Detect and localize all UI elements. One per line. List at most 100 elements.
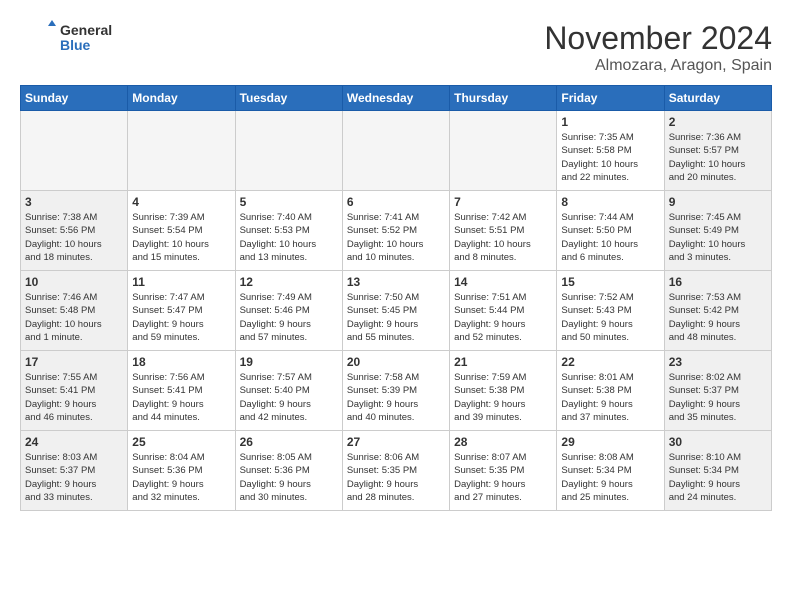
weekday-header-wednesday: Wednesday (342, 86, 449, 111)
weekday-header-saturday: Saturday (664, 86, 771, 111)
day-info: Sunrise: 7:44 AMSunset: 5:50 PMDaylight:… (561, 211, 659, 264)
calendar-cell: 8 Sunrise: 7:44 AMSunset: 5:50 PMDaylight… (557, 191, 664, 271)
calendar-cell: 21Sunrise: 7:59 AMSunset: 5:38 PMDayligh… (450, 351, 557, 431)
calendar-cell: 24 Sunrise: 8:03 AMSunset: 5:37 PMDayligh… (21, 431, 128, 511)
calendar-cell: 7 Sunrise: 7:42 AMSunset: 5:51 PMDaylight… (450, 191, 557, 271)
day-number: 7 (454, 195, 552, 209)
day-number: 4 (132, 195, 230, 209)
day-number: 6 (347, 195, 445, 209)
title-section: November 2024 Almozara, Aragon, Spain (544, 20, 772, 75)
day-info: Sunrise: 8:01 AMSunset: 5:38 PMDaylight:… (561, 371, 659, 424)
calendar-cell: 15 Sunrise: 7:52 AMSunset: 5:43 PMDayligh… (557, 271, 664, 351)
day-number: 5 (240, 195, 338, 209)
day-number: 11 (132, 275, 230, 289)
day-info: Sunrise: 7:47 AMSunset: 5:47 PMDaylight:… (132, 291, 230, 344)
day-info: Sunrise: 7:41 AMSunset: 5:52 PMDaylight:… (347, 211, 445, 264)
calendar-cell: 11 Sunrise: 7:47 AMSunset: 5:47 PMDayligh… (128, 271, 235, 351)
day-number: 19 (240, 355, 338, 369)
day-info: Sunrise: 7:57 AMSunset: 5:40 PMDaylight:… (240, 371, 338, 424)
logo-blue-text: Blue (60, 38, 112, 53)
calendar-cell: 10 Sunrise: 7:46 AMSunset: 5:48 PMDayligh… (21, 271, 128, 351)
day-number: 15 (561, 275, 659, 289)
calendar-cell: 28Sunrise: 8:07 AMSunset: 5:35 PMDayligh… (450, 431, 557, 511)
day-info: Sunrise: 7:40 AMSunset: 5:53 PMDaylight:… (240, 211, 338, 264)
day-number: 18 (132, 355, 230, 369)
day-info: Sunrise: 7:46 AMSunset: 5:48 PMDaylight:… (25, 291, 123, 344)
day-info: Sunrise: 7:58 AMSunset: 5:39 PMDaylight:… (347, 371, 445, 424)
month-title: November 2024 (544, 20, 772, 57)
day-number: 22 (561, 355, 659, 369)
weekday-header-monday: Monday (128, 86, 235, 111)
calendar-cell: 6 Sunrise: 7:41 AMSunset: 5:52 PMDaylight… (342, 191, 449, 271)
day-number: 8 (561, 195, 659, 209)
day-info: Sunrise: 8:02 AMSunset: 5:37 PMDaylight:… (669, 371, 767, 424)
calendar-cell (450, 111, 557, 191)
calendar-cell: 22 Sunrise: 8:01 AMSunset: 5:38 PMDayligh… (557, 351, 664, 431)
day-number: 27 (347, 435, 445, 449)
day-number: 3 (25, 195, 123, 209)
calendar-cell: 3Sunrise: 7:38 AMSunset: 5:56 PMDaylight… (21, 191, 128, 271)
calendar-cell: 19 Sunrise: 7:57 AMSunset: 5:40 PMDayligh… (235, 351, 342, 431)
calendar-table: SundayMondayTuesdayWednesdayThursdayFrid… (20, 85, 772, 511)
calendar-cell (235, 111, 342, 191)
weekday-header-thursday: Thursday (450, 86, 557, 111)
day-info: Sunrise: 8:04 AMSunset: 5:36 PMDaylight:… (132, 451, 230, 504)
calendar-cell: 4 Sunrise: 7:39 AMSunset: 5:54 PMDaylight… (128, 191, 235, 271)
calendar-cell: 17Sunrise: 7:55 AMSunset: 5:41 PMDayligh… (21, 351, 128, 431)
day-info: Sunrise: 7:49 AMSunset: 5:46 PMDaylight:… (240, 291, 338, 344)
day-info: Sunrise: 7:39 AMSunset: 5:54 PMDaylight:… (132, 211, 230, 264)
calendar-cell: 27 Sunrise: 8:06 AMSunset: 5:35 PMDayligh… (342, 431, 449, 511)
day-number: 29 (561, 435, 659, 449)
day-info: Sunrise: 8:06 AMSunset: 5:35 PMDaylight:… (347, 451, 445, 504)
weekday-header-tuesday: Tuesday (235, 86, 342, 111)
calendar-cell: 29 Sunrise: 8:08 AMSunset: 5:34 PMDayligh… (557, 431, 664, 511)
day-number: 20 (347, 355, 445, 369)
day-info: Sunrise: 8:08 AMSunset: 5:34 PMDaylight:… (561, 451, 659, 504)
day-number: 16 (669, 275, 767, 289)
day-number: 23 (669, 355, 767, 369)
day-number: 2 (669, 115, 767, 129)
calendar-cell: 13Sunrise: 7:50 AMSunset: 5:45 PMDayligh… (342, 271, 449, 351)
logo: General Blue (20, 20, 112, 56)
day-number: 14 (454, 275, 552, 289)
weekday-header-friday: Friday (557, 86, 664, 111)
calendar-cell: 20 Sunrise: 7:58 AMSunset: 5:39 PMDayligh… (342, 351, 449, 431)
calendar-cell: 14 Sunrise: 7:51 AMSunset: 5:44 PMDayligh… (450, 271, 557, 351)
calendar-cell (128, 111, 235, 191)
day-info: Sunrise: 7:36 AMSunset: 5:57 PMDaylight:… (669, 131, 767, 184)
day-number: 21 (454, 355, 552, 369)
calendar-cell (21, 111, 128, 191)
day-number: 25 (132, 435, 230, 449)
day-info: Sunrise: 7:51 AMSunset: 5:44 PMDaylight:… (454, 291, 552, 344)
day-info: Sunrise: 8:03 AMSunset: 5:37 PMDaylight:… (25, 451, 123, 504)
calendar-cell (342, 111, 449, 191)
calendar-cell: 2 Sunrise: 7:36 AMSunset: 5:57 PMDaylight… (664, 111, 771, 191)
day-number: 17 (25, 355, 123, 369)
weekday-header-sunday: Sunday (21, 86, 128, 111)
day-info: Sunrise: 7:45 AMSunset: 5:49 PMDaylight:… (669, 211, 767, 264)
logo-general-text: General (60, 23, 112, 38)
calendar-cell: 23 Sunrise: 8:02 AMSunset: 5:37 PMDayligh… (664, 351, 771, 431)
day-number: 24 (25, 435, 123, 449)
day-info: Sunrise: 7:52 AMSunset: 5:43 PMDaylight:… (561, 291, 659, 344)
calendar-cell: 9 Sunrise: 7:45 AMSunset: 5:49 PMDaylight… (664, 191, 771, 271)
day-number: 26 (240, 435, 338, 449)
day-info: Sunrise: 7:53 AMSunset: 5:42 PMDaylight:… (669, 291, 767, 344)
day-number: 30 (669, 435, 767, 449)
calendar-cell: 16 Sunrise: 7:53 AMSunset: 5:42 PMDayligh… (664, 271, 771, 351)
calendar-cell: 18 Sunrise: 7:56 AMSunset: 5:41 PMDayligh… (128, 351, 235, 431)
day-number: 1 (561, 115, 659, 129)
day-info: Sunrise: 7:35 AMSunset: 5:58 PMDaylight:… (561, 131, 659, 184)
location-title: Almozara, Aragon, Spain (544, 57, 772, 75)
day-number: 10 (25, 275, 123, 289)
day-number: 9 (669, 195, 767, 209)
calendar-cell: 25 Sunrise: 8:04 AMSunset: 5:36 PMDayligh… (128, 431, 235, 511)
day-number: 28 (454, 435, 552, 449)
calendar-cell: 5 Sunrise: 7:40 AMSunset: 5:53 PMDaylight… (235, 191, 342, 271)
day-info: Sunrise: 7:42 AMSunset: 5:51 PMDaylight:… (454, 211, 552, 264)
page-header: General Blue November 2024 Almozara, Ara… (20, 20, 772, 75)
day-info: Sunrise: 8:10 AMSunset: 5:34 PMDaylight:… (669, 451, 767, 504)
calendar-cell: 12Sunrise: 7:49 AMSunset: 5:46 PMDayligh… (235, 271, 342, 351)
day-number: 13 (347, 275, 445, 289)
day-info: Sunrise: 7:56 AMSunset: 5:41 PMDaylight:… (132, 371, 230, 424)
